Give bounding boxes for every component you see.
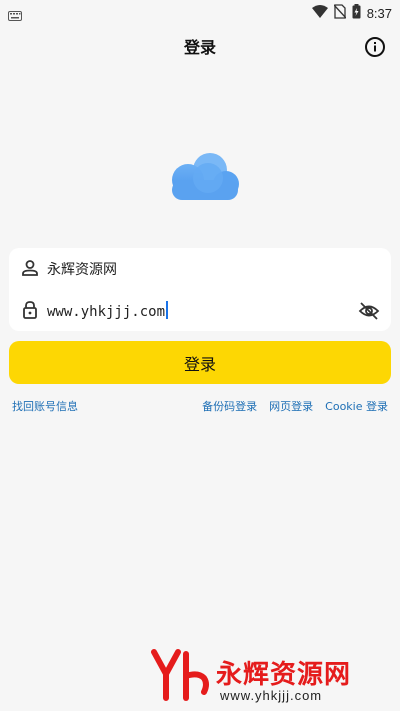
toggle-password-visibility-button[interactable]: [358, 301, 380, 321]
login-button[interactable]: 登录: [9, 341, 391, 384]
watermark-url: www.yhkjjj.com: [220, 688, 323, 703]
wifi-icon: [311, 4, 328, 23]
cookie-login-link[interactable]: Cookie 登录: [325, 398, 388, 414]
eye-off-icon: [358, 302, 380, 320]
user-icon: [20, 258, 40, 278]
username-input[interactable]: 永辉资源网: [47, 259, 117, 279]
password-field[interactable]: www.yhkjjj.com: [9, 290, 391, 331]
battery-charging-icon: [352, 4, 361, 23]
watermark-name: 永辉资源网: [216, 660, 352, 690]
text-caret: [166, 301, 169, 319]
status-bar: 8:37: [0, 0, 400, 24]
page-title: 登录: [183, 38, 216, 57]
username-field[interactable]: 永辉资源网: [9, 248, 391, 289]
watermark-logo-icon: [150, 648, 210, 704]
cloud-logo-icon: [160, 150, 242, 204]
no-sim-icon: [333, 4, 347, 23]
watermark: 永辉资源网 www.yhkjjj.com: [150, 648, 390, 708]
login-form-card: 永辉资源网 www.yhkjjj.com: [9, 248, 391, 331]
password-value: www.yhkjjj.com: [47, 304, 166, 320]
keyboard-icon: [8, 6, 22, 25]
recover-account-link[interactable]: 找回账号信息: [12, 400, 78, 413]
lock-icon: [20, 300, 40, 320]
password-input[interactable]: www.yhkjjj.com: [47, 301, 169, 320]
web-login-link[interactable]: 网页登录: [269, 398, 313, 414]
status-time: 8:37: [366, 6, 392, 21]
login-options: 找回账号信息 备份码登录 网页登录 Cookie 登录: [12, 398, 388, 414]
backup-code-login-link[interactable]: 备份码登录: [202, 398, 257, 414]
info-icon: [365, 37, 385, 57]
info-button[interactable]: [364, 36, 386, 58]
app-bar: 登录: [0, 24, 400, 68]
